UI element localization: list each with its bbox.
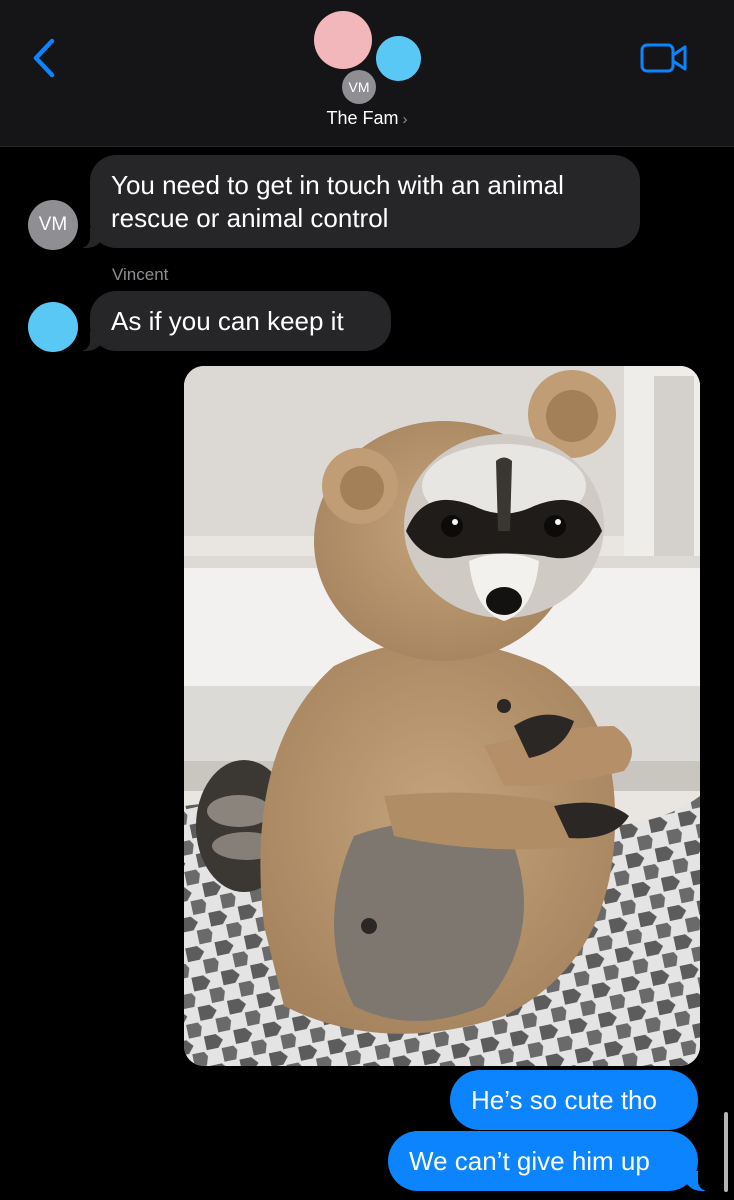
outgoing-message-bubble[interactable]: We can’t give him up xyxy=(388,1131,708,1191)
chevron-left-icon xyxy=(33,38,55,78)
member-avatar-pink xyxy=(314,11,372,69)
video-camera-icon xyxy=(640,43,687,73)
incoming-message-bubble[interactable]: As if you can keep it xyxy=(80,291,391,351)
outgoing-message-bubble[interactable]: He’s so cute tho xyxy=(450,1070,698,1130)
member-avatar-blue xyxy=(376,36,421,81)
conversation-header: VM The Fam › xyxy=(0,0,734,147)
group-name-label: The Fam xyxy=(326,108,399,128)
member-avatar-vm: VM xyxy=(342,70,376,104)
chevron-right-icon: › xyxy=(402,111,408,128)
incoming-message-bubble[interactable]: You need to get in touch with an animal … xyxy=(80,155,640,248)
back-button[interactable] xyxy=(24,36,64,80)
avatar[interactable] xyxy=(28,302,78,352)
sender-name: Vincent xyxy=(112,265,169,284)
raccoon-photo xyxy=(184,366,700,1066)
facetime-button[interactable] xyxy=(636,38,692,78)
avatar[interactable]: VM xyxy=(28,200,78,250)
group-avatar[interactable]: VM xyxy=(300,8,430,108)
scroll-indicator[interactable] xyxy=(724,1112,728,1192)
group-name[interactable]: The Fam › xyxy=(0,108,734,129)
photo-attachment[interactable] xyxy=(184,366,700,1066)
